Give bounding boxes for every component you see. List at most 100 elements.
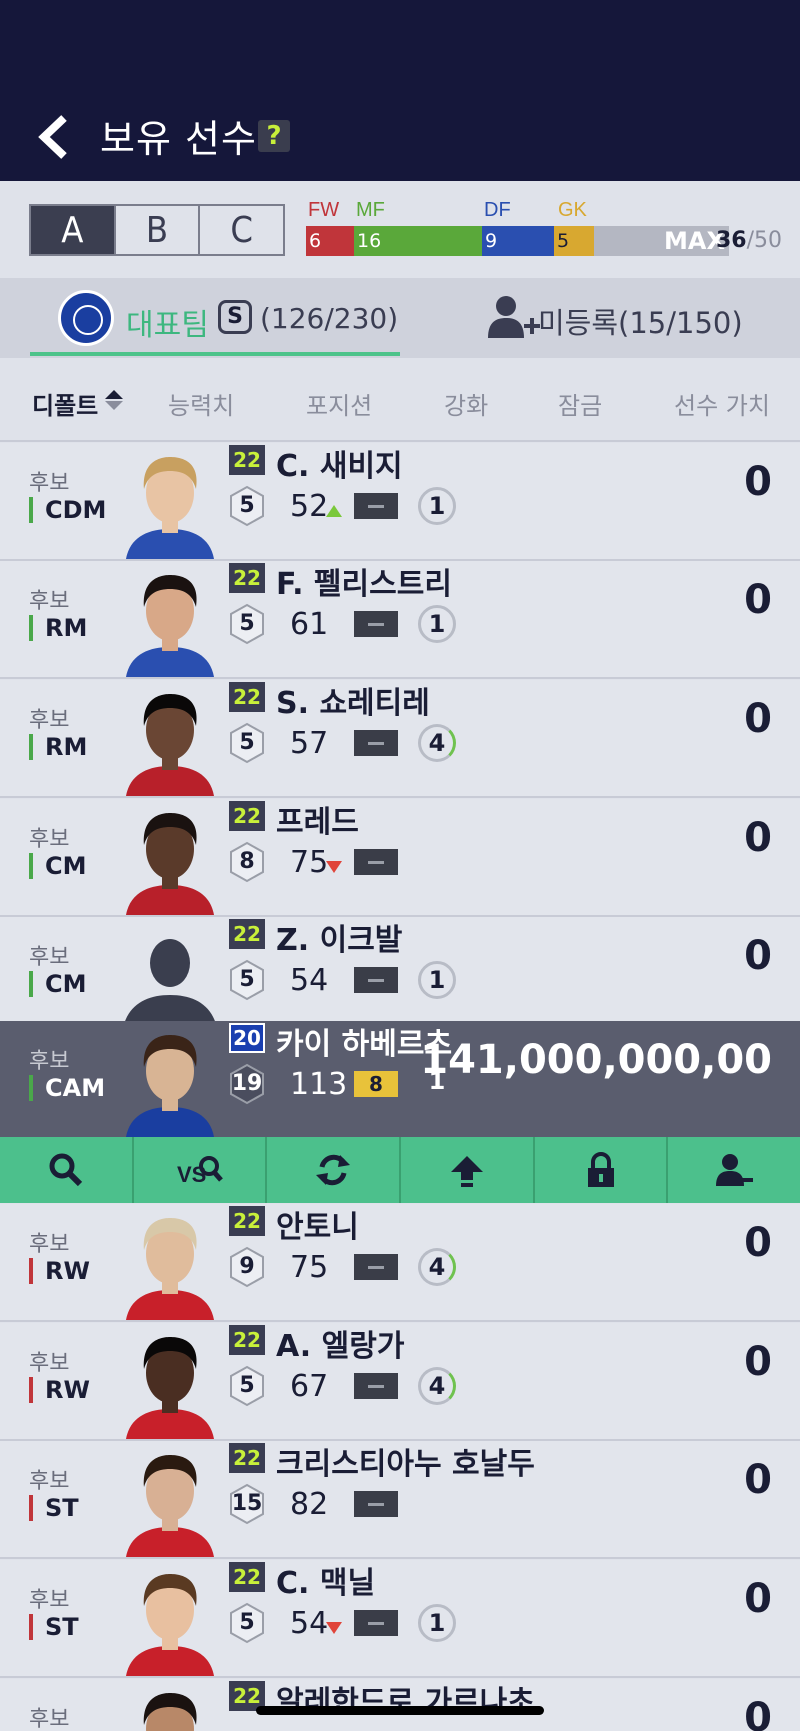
season-badge: 22 (229, 1206, 265, 1236)
player-ovr: 113 (290, 1067, 348, 1102)
player-position: CDM (29, 497, 106, 523)
player-photo (126, 813, 214, 915)
home-indicator (256, 1706, 544, 1715)
season-badge: 22 (229, 1562, 265, 1592)
player-value: 0 (744, 1457, 772, 1503)
player-ovr: 75 (290, 845, 329, 880)
trend-down-icon (326, 861, 342, 873)
enhance-badge (354, 611, 398, 637)
enhance-badge (354, 1373, 398, 1399)
swap-button[interactable] (267, 1137, 402, 1203)
upgrade-button[interactable] (401, 1137, 535, 1203)
search-button[interactable] (0, 1137, 134, 1203)
mf-segment: 16 (354, 226, 482, 256)
player-ovr: 52 (290, 489, 329, 524)
enhance-badge (354, 849, 398, 875)
player-row[interactable]: 후보 ST 22 크리스티아누 호날두 15 82 0 (0, 1441, 800, 1559)
player-name: C. 새비지 (276, 449, 403, 484)
player-role: 후보 (29, 1049, 70, 1074)
player-position: RW (29, 1377, 90, 1403)
player-row[interactable]: 후보 CM 22 프레드 8 75 0 (0, 799, 800, 917)
player-ovr: 61 (290, 607, 329, 642)
trend-down-icon (326, 1622, 342, 1634)
squad-tab-a[interactable]: A (31, 206, 114, 254)
squad-selector: A B C (29, 204, 285, 256)
player-row[interactable]: 후보 RW 22 A. 엘랑가 5 67 4 0 (0, 1323, 800, 1441)
player-ovr: 54 (290, 963, 329, 998)
player-value: 0 (744, 696, 772, 742)
player-name: F. 펠리스트리 (276, 567, 452, 602)
player-row[interactable]: 후보 RM 22 S. 쇼레티레 5 57 4 0 (0, 680, 800, 798)
player-position: CM (29, 853, 87, 879)
player-placeholder-icon (122, 939, 218, 1033)
sort-value[interactable]: 선수 가치 (674, 386, 770, 421)
player-position: RW (29, 1258, 90, 1284)
player-name: A. 엘랑가 (276, 1329, 405, 1364)
compare-icon: VS (177, 1156, 223, 1187)
season-badge: 22 (229, 1325, 265, 1355)
player-row[interactable]: 후보 CDM 22 C. 새비지 5 52 1 0 (0, 443, 800, 561)
player-ovr: 57 (290, 726, 329, 761)
player-row[interactable]: 후보 RW 22 안토니 9 75 4 0 (0, 1204, 800, 1322)
sort-enhance[interactable]: 강화 (444, 386, 488, 421)
player-row[interactable]: 후보 22 알레한드로 가르나초 0 (0, 1679, 800, 1731)
fw-label: FW (308, 199, 340, 221)
player-photo (143, 1693, 197, 1731)
sort-lock[interactable]: 잠금 (558, 386, 602, 421)
squad-tab-c[interactable]: C (198, 206, 283, 254)
trade-count: 1 (418, 961, 456, 999)
player-position: CAM (29, 1075, 105, 1101)
player-role: 후보 (29, 945, 70, 970)
season-badge: 22 (229, 563, 265, 593)
season-badge: 22 (229, 682, 265, 712)
player-photo (126, 694, 214, 796)
player-name: S. 쇼레티레 (276, 686, 430, 721)
team-count: (126/230) (260, 302, 399, 335)
page-title: 보유 선수 (100, 117, 257, 161)
capacity-count: 36/50 (716, 228, 783, 253)
team-name: 대표팀 (126, 308, 209, 343)
squad-tab-b[interactable]: B (113, 206, 199, 254)
team-crest-icon (58, 290, 114, 346)
player-name: 안토니 (276, 1210, 359, 1245)
sort-direction-icon[interactable] (104, 388, 124, 412)
grade-badge: 19 (228, 1063, 266, 1105)
player-row[interactable]: 후보 CAM 20 카이 하베르츠 19 113 8 1 141,000,000,00 (0, 1021, 800, 1137)
lock-button[interactable] (535, 1137, 669, 1203)
release-button[interactable] (668, 1137, 800, 1203)
enhance-badge (354, 730, 398, 756)
compare-button[interactable]: VS (134, 1137, 268, 1203)
player-row[interactable]: 후보 RM 22 F. 펠리스트리 5 61 1 0 (0, 561, 800, 679)
help-button[interactable]: ? (258, 120, 290, 152)
player-row[interactable]: 후보 CM 22 Z. 이크발 5 54 1 0 (0, 917, 800, 1035)
player-role: 후보 (29, 1232, 70, 1257)
player-value: 0 (744, 1695, 772, 1731)
season-badge: 22 (229, 445, 265, 475)
player-value: 0 (744, 1576, 772, 1622)
back-arrow-icon[interactable] (36, 112, 72, 162)
player-position: RM (29, 615, 87, 641)
player-value: 0 (744, 815, 772, 861)
player-position: ST (29, 1614, 79, 1640)
sort-ability[interactable]: 능력치 (168, 386, 234, 421)
tab-main-team[interactable]: 대표팀 S (126/230) (30, 278, 400, 356)
mf-label: MF (356, 199, 385, 221)
tab-unregistered[interactable]: 미등록(15/150) (538, 300, 743, 342)
sort-position[interactable]: 포지션 (306, 386, 372, 421)
gk-label: GK (558, 199, 587, 221)
grade-badge: 5 (228, 485, 266, 527)
player-role: 후보 (29, 589, 70, 614)
sort-default[interactable]: 디폴트 (32, 386, 98, 421)
trade-count: 1 (418, 487, 456, 525)
player-name: C. 맥닐 (276, 1566, 376, 1601)
grade-badge: 8 (228, 841, 266, 883)
enhance-badge (354, 493, 398, 519)
fw-segment: 6 (306, 226, 354, 256)
trade-count: 4 (418, 1367, 456, 1405)
add-user-icon[interactable] (484, 294, 544, 340)
search-icon (49, 1153, 82, 1187)
release-icon (716, 1154, 754, 1186)
player-row[interactable]: 후보 ST 22 C. 맥닐 5 54 1 0 (0, 1560, 800, 1678)
grade-badge: 5 (228, 959, 266, 1001)
trade-count: 1 (418, 605, 456, 643)
